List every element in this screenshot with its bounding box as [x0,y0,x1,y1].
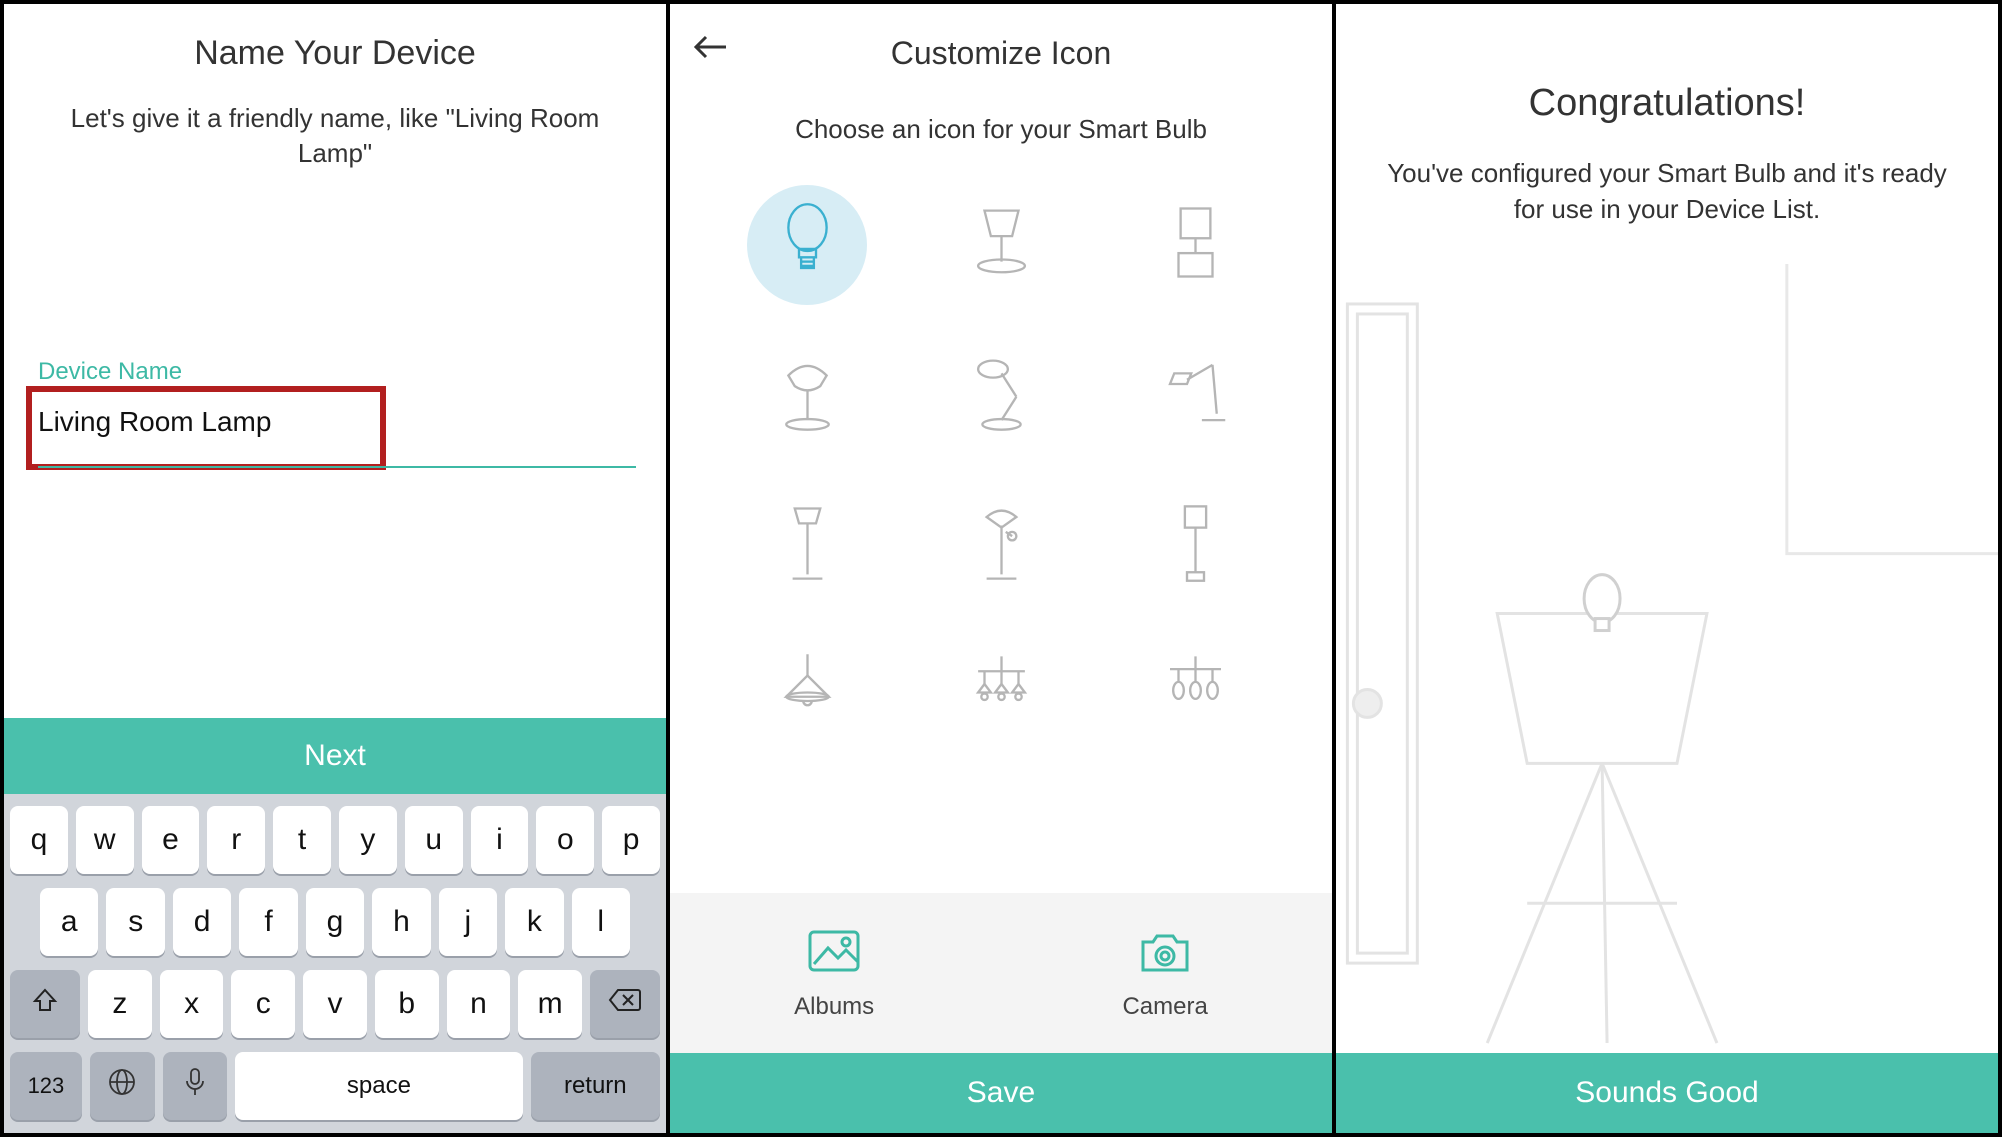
device-name-label: Device Name [38,358,182,386]
bedside-lamp-icon [1158,200,1233,290]
key-shift[interactable] [10,970,80,1038]
key-w[interactable]: w [76,806,134,874]
key-i[interactable]: i [471,806,529,874]
globe-icon [107,1067,137,1105]
pendant-icon [770,650,845,740]
key-t[interactable]: t [273,806,331,874]
floor-lamp-icon [770,500,845,590]
page-subtitle: Let's give it a friendly name, like "Liv… [64,101,606,171]
icon-option-track-light[interactable] [1135,635,1255,755]
key-space[interactable]: space [235,1052,522,1120]
key-v[interactable]: v [303,970,367,1038]
key-x[interactable]: x [160,970,224,1038]
icon-option-pendant[interactable] [747,635,867,755]
triple-pendant-icon [964,650,1039,740]
key-q[interactable]: q [10,806,68,874]
key-backspace[interactable] [590,970,660,1038]
icon-option-pillar-lamp[interactable] [1135,485,1255,605]
backspace-icon [608,987,642,1021]
bulb-icon [770,200,845,290]
camera-icon [1137,926,1193,983]
icon-option-desk-lamp[interactable] [941,335,1061,455]
key-p[interactable]: p [602,806,660,874]
panel-congrats: Congratulations! You've configured your … [1336,4,1998,1133]
icon-option-arm-lamp[interactable] [1135,335,1255,455]
shaded-lamp-icon [770,350,845,440]
key-e[interactable]: e [142,806,200,874]
input-underline [38,466,636,468]
key-c[interactable]: c [231,970,295,1038]
icon-option-torchiere[interactable] [941,485,1061,605]
device-name-input[interactable]: Living Room Lamp [38,406,271,438]
key-g[interactable]: g [306,888,364,956]
shift-icon [31,986,59,1022]
page-subtitle: You've configured your Smart Bulb and it… [1376,155,1958,228]
key-k[interactable]: k [505,888,563,956]
arm-lamp-icon [1158,350,1233,440]
table-lamp-icon [964,200,1039,290]
track-light-icon [1158,650,1233,740]
key-d[interactable]: d [173,888,231,956]
icon-option-triple-pendant[interactable] [941,635,1061,755]
photo-source-strip: Albums Camera [670,893,1332,1053]
icon-option-bulb[interactable] [747,185,867,305]
icon-option-bedside-lamp[interactable] [1135,185,1255,305]
key-f[interactable]: f [239,888,297,956]
page-title: Name Your Device [4,34,666,73]
camera-label: Camera [1122,993,1207,1021]
back-button[interactable] [690,32,730,67]
key-s[interactable]: s [106,888,164,956]
key-n[interactable]: n [447,970,511,1038]
panel-name-device: Name Your Device Let's give it a friendl… [4,4,670,1133]
key-a[interactable]: a [40,888,98,956]
ios-keyboard: qwertyuiop asdfghjkl zxcvbnm 123 space r… [4,794,666,1133]
torchiere-icon [964,500,1039,590]
albums-button[interactable]: Albums [794,926,874,1021]
albums-icon [806,926,862,983]
key-j[interactable]: j [439,888,497,956]
key-y[interactable]: y [339,806,397,874]
page-title: Customize Icon [670,35,1332,72]
key-r[interactable]: r [207,806,265,874]
page-title: Congratulations! [1336,82,1998,125]
key-m[interactable]: m [518,970,582,1038]
key-globe[interactable] [90,1052,155,1120]
key-b[interactable]: b [375,970,439,1038]
icon-option-shaded-lamp[interactable] [747,335,867,455]
key-u[interactable]: u [405,806,463,874]
page-subtitle: Choose an icon for your Smart Bulb [670,114,1332,145]
pillar-lamp-icon [1158,500,1233,590]
sounds-good-button[interactable]: Sounds Good [1336,1053,1998,1133]
room-illustration [1336,264,1998,1053]
save-button[interactable]: Save [670,1053,1332,1133]
camera-button[interactable]: Camera [1122,926,1207,1021]
key-l[interactable]: l [572,888,630,956]
key-z[interactable]: z [88,970,152,1038]
key-return[interactable]: return [531,1052,660,1120]
panel-customize-icon: Customize Icon Choose an icon for your S… [670,4,1336,1133]
next-button[interactable]: Next [4,718,666,794]
key-123[interactable]: 123 [10,1052,82,1120]
key-o[interactable]: o [536,806,594,874]
key-mic[interactable] [163,1052,228,1120]
albums-label: Albums [794,993,874,1021]
icon-option-table-lamp[interactable] [941,185,1061,305]
arrow-left-icon [690,49,730,66]
mic-icon [182,1067,208,1105]
key-h[interactable]: h [372,888,430,956]
icon-option-floor-lamp[interactable] [747,485,867,605]
desk-lamp-icon [964,350,1039,440]
